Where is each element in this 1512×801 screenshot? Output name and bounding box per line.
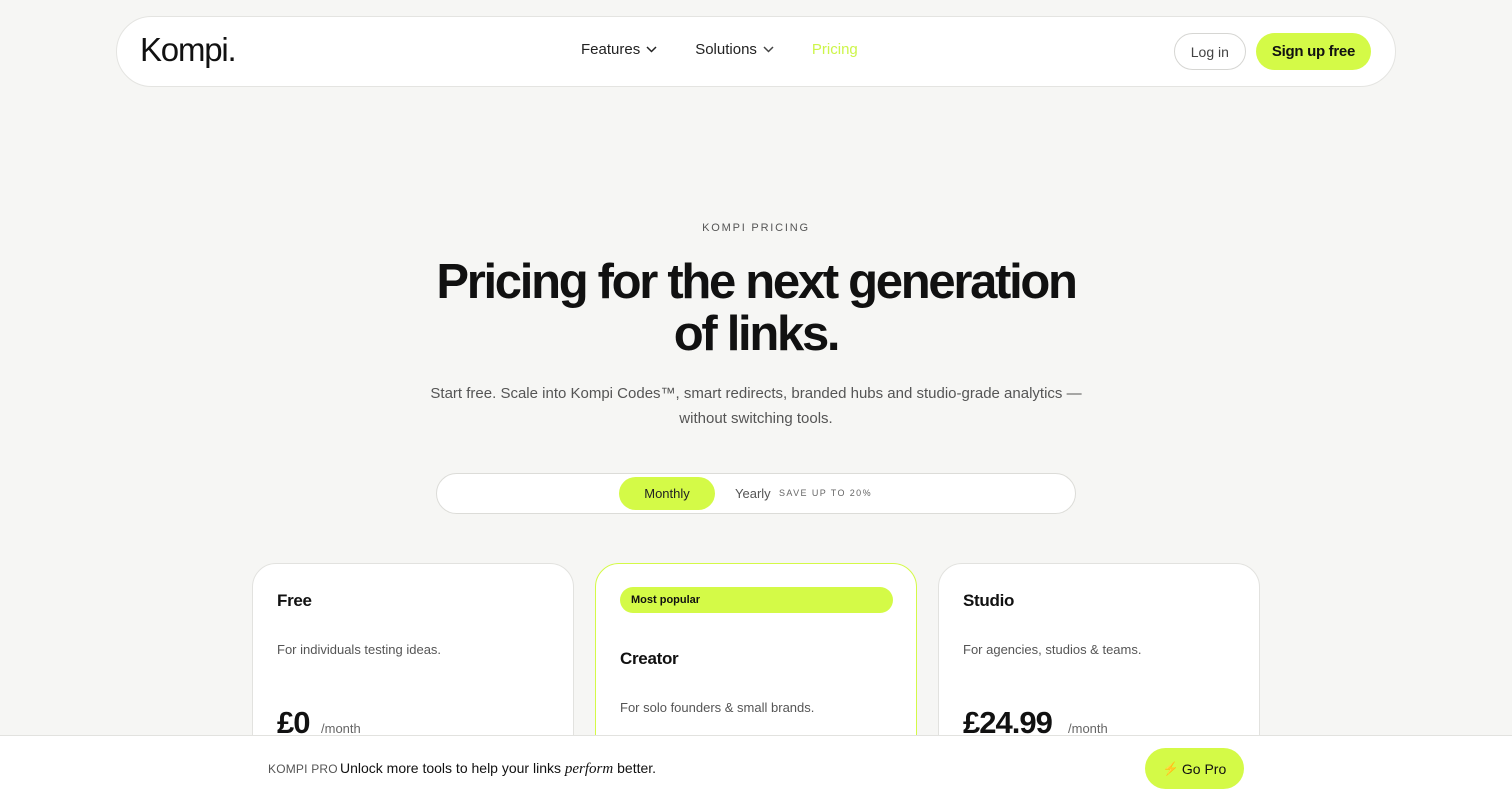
nav-item-pricing[interactable]: Pricing — [812, 41, 858, 58]
plan-name: Creator — [620, 649, 679, 668]
nav-item-features[interactable]: Features — [581, 41, 657, 58]
promo-tag: KOMPI PRO — [268, 762, 338, 776]
top-nav: Kompi. Features Solutions Pricing Log in… — [116, 16, 1396, 87]
plan-name: Free — [277, 591, 312, 610]
promo-bar: KOMPI PRO Unlock more tools to help your… — [0, 735, 1512, 801]
nav-item-solutions[interactable]: Solutions — [695, 41, 774, 58]
promo-text-end: better. — [617, 760, 657, 776]
page-subtitle: Start free. Scale into Kompi Codes™, sma… — [406, 381, 1106, 431]
chevron-down-icon — [646, 46, 657, 53]
go-pro-button[interactable]: ⚡ Go Pro — [1145, 748, 1244, 789]
title-line-1: Pricing for the next generation — [436, 255, 1078, 309]
pricing-page: Kompi. Features Solutions Pricing Log in… — [0, 0, 1512, 801]
plan-description: For solo founders & small brands. — [620, 700, 815, 715]
plan-price-period: /month — [1068, 721, 1108, 736]
promo-text-emphasis: perform — [564, 761, 614, 777]
nav-item-label: Features — [581, 41, 641, 58]
promo-text-start: Unlock more tools to help your links — [340, 760, 561, 776]
page-title: Pricing for the next generation of links… — [356, 256, 1156, 360]
login-button[interactable]: Log in — [1173, 33, 1246, 70]
chevron-down-icon — [763, 46, 774, 53]
most-popular-badge: Most popular — [620, 587, 893, 613]
section-eyebrow: KOMPI PRICING — [702, 222, 810, 234]
toggle-option-monthly[interactable]: Monthly — [619, 477, 715, 510]
lightning-icon: ⚡ — [1162, 760, 1179, 776]
plan-description: For individuals testing ideas. — [277, 642, 442, 657]
yearly-savings-note: SAVE UP TO 20% — [779, 488, 872, 498]
kompi-logo[interactable]: Kompi. — [140, 31, 237, 69]
promo-message: Unlock more tools to help your links per… — [340, 760, 656, 778]
toggle-option-yearly[interactable]: Yearly — [735, 486, 771, 501]
subtitle-line-2: without switching tools. — [679, 410, 833, 427]
nav-item-label: Pricing — [811, 41, 858, 58]
nav-item-label: Solutions — [695, 41, 757, 58]
subtitle-line-1: Start free. Scale into Kompi Codes™, sma… — [430, 385, 1082, 402]
nav-links: Features Solutions Pricing — [581, 41, 896, 58]
title-line-2: of links. — [673, 307, 841, 361]
nav-actions: Log in Sign up free — [1173, 33, 1371, 70]
plan-price-period: /month — [321, 721, 361, 736]
plan-name: Studio — [963, 591, 1015, 610]
billing-toggle: Monthly Yearly SAVE UP TO 20% — [436, 473, 1076, 514]
signup-button[interactable]: Sign up free — [1255, 33, 1371, 70]
go-pro-label: Go Pro — [1181, 760, 1227, 777]
plan-description: For agencies, studios & teams. — [963, 642, 1142, 657]
